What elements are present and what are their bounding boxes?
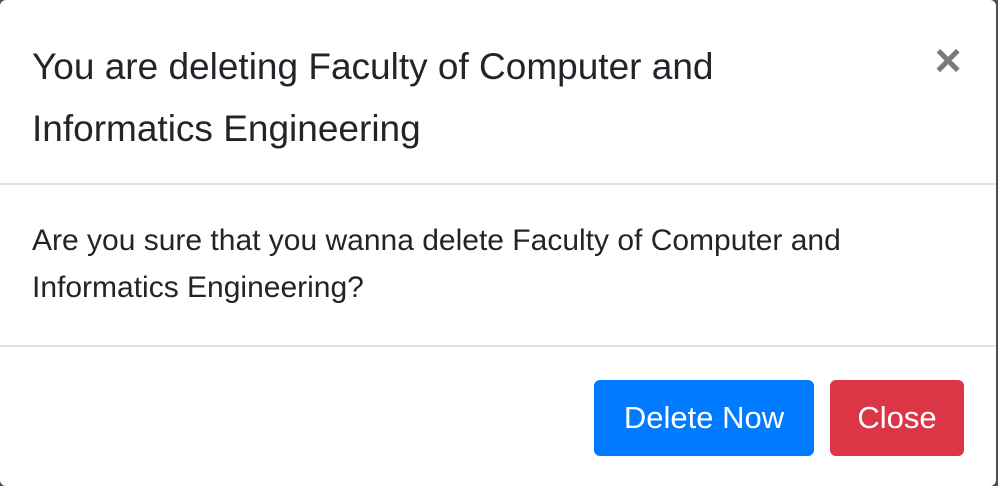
close-icon[interactable]: × [928,36,968,84]
modal-header: You are deleting Faculty of Computer and… [0,0,996,185]
modal-body: Are you sure that you wanna delete Facul… [0,185,996,347]
confirmation-message: Are you sure that you wanna delete Facul… [32,224,841,304]
close-button[interactable]: Close [830,380,964,456]
modal-title: You are deleting Faculty of Computer and… [32,46,714,149]
delete-now-button[interactable]: Delete Now [594,380,814,456]
delete-confirmation-modal: You are deleting Faculty of Computer and… [0,0,996,486]
